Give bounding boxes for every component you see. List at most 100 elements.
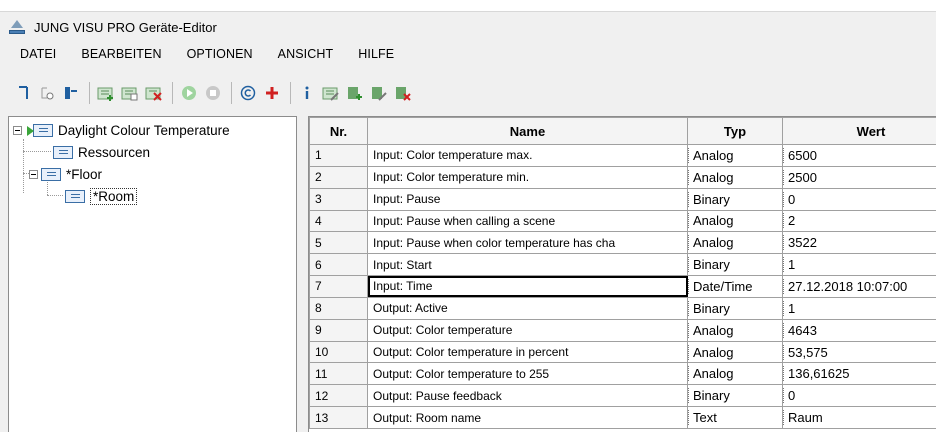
- cell-nr[interactable]: 11: [309, 362, 368, 386]
- cell-wert[interactable]: 6500: [782, 144, 936, 167]
- cell-nr[interactable]: 1: [309, 144, 368, 167]
- copyright-icon[interactable]: [237, 82, 259, 104]
- menu-optionen[interactable]: OPTIONEN: [175, 47, 266, 61]
- cell-wert[interactable]: 1: [782, 296, 936, 320]
- import-icon[interactable]: [36, 82, 58, 104]
- table-row[interactable]: 8 Output: Active Binary 1: [309, 296, 936, 320]
- cell-wert-text: 2500: [783, 169, 936, 185]
- cell-name[interactable]: Output: Color temperature in percent: [367, 340, 688, 364]
- cell-name[interactable]: Input: Start: [367, 253, 688, 277]
- cell-nr[interactable]: 9: [309, 318, 368, 342]
- cell-typ[interactable]: Binary: [687, 253, 783, 277]
- tree-node-room[interactable]: *Room: [65, 186, 138, 206]
- table-row[interactable]: 6 Input: Start Binary 1: [309, 253, 936, 277]
- table-row[interactable]: 10 Output: Color temperature in percent An…: [309, 340, 936, 364]
- cell-name[interactable]: Output: Pause feedback: [367, 384, 688, 408]
- table-row[interactable]: 7 Input: Time Date/Time 27.12.2018 10:07:00: [309, 275, 936, 298]
- cell-name[interactable]: Input: Color temperature min.: [367, 165, 688, 189]
- export-icon[interactable]: [60, 82, 82, 104]
- table-row[interactable]: 2 Input: Color temperature min. Analog 2500: [309, 165, 936, 189]
- cell-nr[interactable]: 3: [309, 187, 368, 211]
- menu-ansicht[interactable]: ANSICHT: [266, 47, 347, 61]
- cell-nr[interactable]: 4: [309, 209, 368, 233]
- cell-wert[interactable]: Raum: [782, 406, 936, 429]
- delete-icon[interactable]: [143, 82, 165, 104]
- cell-typ[interactable]: Binary: [687, 187, 783, 211]
- cell-nr[interactable]: 2: [309, 165, 368, 189]
- cell-name[interactable]: Input: Pause when color temperature has …: [367, 231, 688, 255]
- cell-wert[interactable]: 136,61625: [782, 362, 936, 386]
- cell-name[interactable]: Input: Pause: [367, 187, 688, 211]
- column-header-typ[interactable]: Typ: [687, 117, 783, 145]
- cell-nr[interactable]: 12: [309, 384, 368, 408]
- copy-icon[interactable]: [119, 82, 141, 104]
- cell-wert[interactable]: 27.12.2018 10:07:00: [782, 275, 936, 298]
- add-icon[interactable]: [95, 82, 117, 104]
- cell-wert[interactable]: 2500: [782, 165, 936, 189]
- column-header-name[interactable]: Name: [367, 117, 688, 145]
- cell-nr[interactable]: 10: [309, 340, 368, 364]
- cell-typ[interactable]: Analog: [687, 362, 783, 386]
- cell-typ[interactable]: Analog: [687, 165, 783, 189]
- play-icon[interactable]: [178, 82, 200, 104]
- cell-typ[interactable]: Analog: [687, 231, 783, 255]
- cell-typ[interactable]: Analog: [687, 340, 783, 364]
- cell-wert[interactable]: 2: [782, 209, 936, 233]
- new-item-icon[interactable]: [12, 82, 34, 104]
- column-header-nr[interactable]: Nr.: [309, 117, 368, 145]
- menu-bearbeiten[interactable]: BEARBEITEN: [69, 47, 174, 61]
- table-row[interactable]: 5 Input: Pause when color temperature has…: [309, 231, 936, 255]
- remove-green-icon[interactable]: [392, 82, 414, 104]
- toolbar-separator: [231, 82, 232, 104]
- cell-wert[interactable]: 0: [782, 384, 936, 408]
- cell-typ[interactable]: Text: [687, 406, 783, 429]
- menu-datei[interactable]: DATEI: [8, 47, 69, 61]
- table-row[interactable]: 11 Output: Color temperature to 255 Analog…: [309, 362, 936, 386]
- tree-node-label: Daylight Colour Temperature: [58, 122, 230, 138]
- cell-typ[interactable]: Binary: [687, 296, 783, 320]
- table-row[interactable]: 12 Output: Pause feedback Binary 0: [309, 384, 936, 408]
- plus-red-icon[interactable]: [261, 82, 283, 104]
- cell-nr[interactable]: 7: [309, 275, 368, 298]
- cell-nr[interactable]: 13: [309, 406, 368, 429]
- table-row[interactable]: 4 Input: Pause when calling a scene Analog…: [309, 209, 936, 233]
- tree-node-root[interactable]: Daylight Colour Temperature: [13, 120, 230, 140]
- collapse-icon[interactable]: [13, 125, 22, 135]
- column-header-wert[interactable]: Wert: [782, 117, 936, 145]
- cell-name[interactable]: Input: Color temperature max.: [367, 144, 688, 167]
- edit-green-icon[interactable]: [368, 82, 390, 104]
- table-row[interactable]: 13 Output: Room name Text Raum: [309, 406, 936, 429]
- cell-typ[interactable]: Analog: [687, 209, 783, 233]
- cell-nr[interactable]: 5: [309, 231, 368, 255]
- cell-wert[interactable]: 53,575: [782, 340, 936, 364]
- cell-typ[interactable]: Analog: [687, 318, 783, 342]
- window-title: JUNG VISU PRO Geräte-Editor: [34, 19, 217, 35]
- cell-nr[interactable]: 6: [309, 253, 368, 277]
- table-row[interactable]: 1 Input: Color temperature max. Analog 6500: [309, 144, 936, 167]
- cell-wert[interactable]: 4643: [782, 318, 936, 342]
- cell-name[interactable]: Output: Color temperature: [367, 318, 688, 342]
- collapse-icon[interactable]: [29, 169, 38, 179]
- cell-wert[interactable]: 1: [782, 253, 936, 277]
- cell-typ[interactable]: Date/Time: [687, 275, 783, 298]
- cell-name[interactable]: Input: Time: [367, 275, 688, 298]
- tree-node-ressourcen[interactable]: Ressourcen: [53, 142, 150, 162]
- info-icon[interactable]: [296, 82, 318, 104]
- cell-typ[interactable]: Analog: [687, 144, 783, 167]
- tree-node-floor[interactable]: *Floor: [29, 164, 102, 184]
- cell-name[interactable]: Input: Pause when calling a scene: [367, 209, 688, 233]
- cell-wert[interactable]: 0: [782, 187, 936, 211]
- cell-typ[interactable]: Binary: [687, 384, 783, 408]
- edit-icon[interactable]: [320, 82, 342, 104]
- cell-typ-text: Date/Time: [688, 278, 778, 294]
- table-row[interactable]: 9 Output: Color temperature Analog 4643: [309, 318, 936, 342]
- stop-icon[interactable]: [202, 82, 224, 104]
- cell-wert[interactable]: 3522: [782, 231, 936, 255]
- menu-hilfe[interactable]: HILFE: [346, 47, 407, 61]
- cell-name[interactable]: Output: Room name: [367, 406, 688, 429]
- cell-name[interactable]: Output: Active: [367, 296, 688, 320]
- cell-name[interactable]: Output: Color temperature to 255: [367, 362, 688, 386]
- table-row[interactable]: 3 Input: Pause Binary 0: [309, 187, 936, 211]
- add-green-icon[interactable]: [344, 82, 366, 104]
- cell-nr[interactable]: 8: [309, 296, 368, 320]
